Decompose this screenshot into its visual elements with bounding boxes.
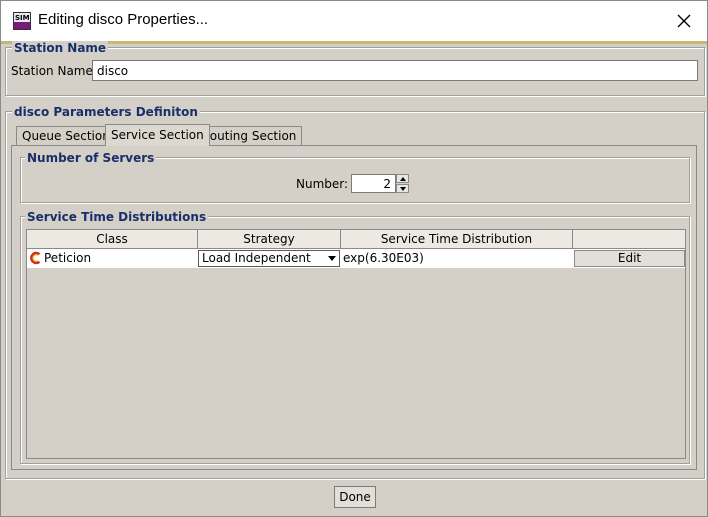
station-name-input[interactable] (92, 60, 698, 81)
close-x-icon (677, 14, 691, 28)
service-time-distributions-group: Service Time Distributions Class Strateg… (20, 210, 690, 464)
number-of-servers-input[interactable] (351, 174, 396, 193)
class-name: Peticion (44, 251, 92, 265)
tab-service-section[interactable]: Service Section (105, 124, 210, 146)
column-header-action (573, 230, 685, 249)
distributions-table: Class Strategy Service Time Distribution… (26, 229, 686, 459)
edit-button[interactable]: Edit (574, 250, 685, 267)
class-cell[interactable]: Peticion (27, 249, 198, 268)
title-bar: SIM Editing disco Properties... (1, 1, 707, 41)
chevron-down-icon (328, 256, 336, 261)
arrow-down-icon (400, 187, 406, 191)
distribution-cell[interactable]: exp(6.30E03) (341, 249, 573, 268)
spinner-down-button[interactable] (396, 184, 409, 193)
tab-queue-section[interactable]: Queue Section (16, 126, 116, 145)
station-name-label: Station Name: (11, 64, 97, 78)
service-section-panel: Number of Servers Number: Service Time D… (11, 145, 697, 470)
strategy-selected-value: Load Independent (202, 251, 311, 265)
window-title: Editing disco Properties... (38, 11, 209, 28)
tab-routing-section[interactable]: Routing Section (196, 126, 303, 145)
column-header-class[interactable]: Class (27, 230, 198, 249)
closed-class-icon (30, 251, 41, 265)
service-time-distributions-title: Service Time Distributions (25, 210, 209, 224)
arrow-up-icon (400, 177, 406, 181)
spinner-up-button[interactable] (396, 174, 409, 183)
app-icon-label: SIM (15, 14, 30, 22)
station-name-group: Station Name Station Name: (5, 41, 705, 96)
column-header-distribution[interactable]: Service Time Distribution (341, 230, 573, 249)
parameters-group: disco Parameters Definiton Queue Section… (5, 105, 705, 479)
app-icon: SIM (13, 12, 31, 30)
parameters-group-title: disco Parameters Definiton (12, 105, 200, 119)
strategy-cell[interactable]: Load Independent (198, 249, 341, 268)
close-button[interactable] (667, 7, 701, 35)
number-of-servers-title: Number of Servers (25, 151, 157, 165)
action-cell: Edit (573, 249, 685, 268)
strategy-dropdown[interactable]: Load Independent (198, 250, 340, 267)
done-button[interactable]: Done (334, 486, 376, 508)
station-name-group-title: Station Name (12, 41, 109, 55)
column-header-strategy[interactable]: Strategy (198, 230, 341, 249)
number-of-servers-group: Number of Servers Number: (20, 151, 690, 203)
number-label: Number: (296, 177, 349, 191)
table-row[interactable]: Peticion Load Independent exp(6.30E03) E… (27, 249, 685, 268)
dialog-window: SIM Editing disco Properties... Station … (0, 0, 708, 517)
